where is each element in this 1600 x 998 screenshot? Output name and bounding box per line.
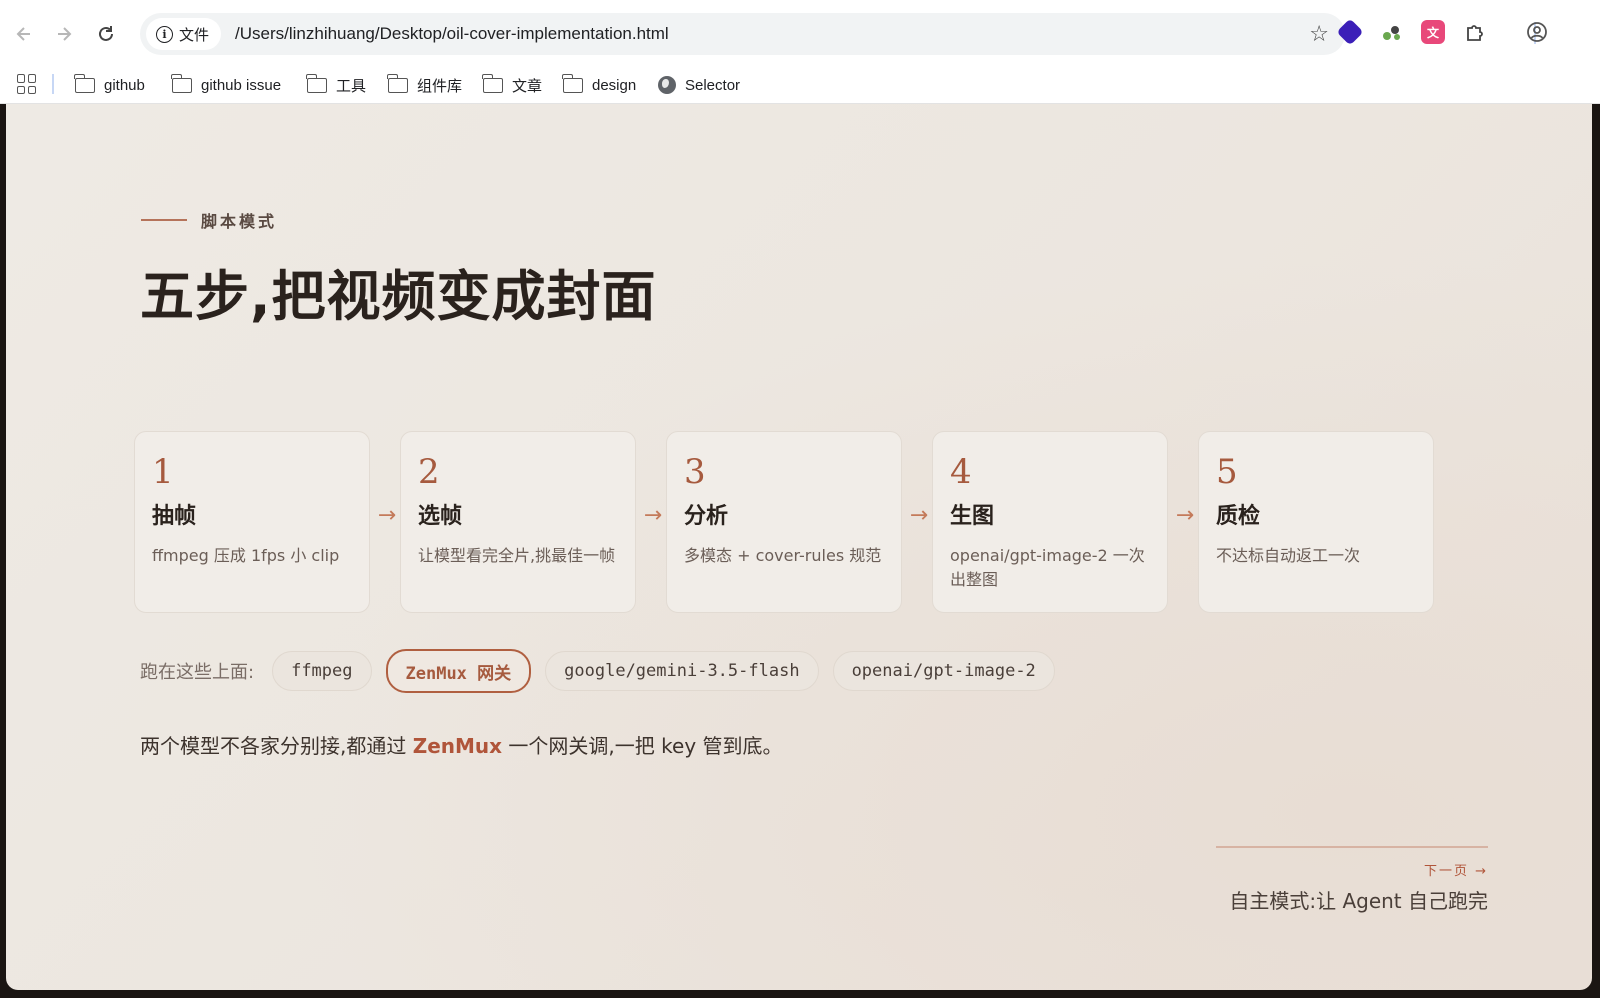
profile-icon[interactable] [1525,20,1549,44]
step-description: 让模型看完全片,挑最佳一帧 [418,546,616,565]
next-page-link[interactable]: 下一页 → 自主模式:让 Agent 自己跑完 [1216,846,1488,914]
bookmark-label: 工具 [336,77,367,95]
address-bar[interactable]: i 文件 /Users/linzhihuang/Desktop/oil-cove… [140,13,1345,55]
extensions-puzzle-icon[interactable] [1463,20,1487,44]
tech-label: 跑在这些上面: [140,662,255,683]
folder-icon [482,73,503,93]
bookmark-articles[interactable]: 文章 [482,72,543,98]
summary-after: 一个网关调,一把 key 管到底。 [502,734,783,758]
step-card-5: 5 质检 不达标自动返工一次 [1198,431,1434,613]
reload-icon [99,26,113,41]
bookmark-label: 文章 [512,77,543,95]
tech-pill-gpt-image: openai/gpt-image-2 [832,651,1055,691]
folder-icon [306,73,327,93]
step-arrow-icon: → [1175,503,1195,528]
bookmark-components[interactable]: 组件库 [387,72,463,98]
step-title: 生图 [950,504,995,529]
step-number: 2 [418,452,440,492]
forward-arrow-icon [58,27,72,41]
tech-pill-zenmux: ZenMux 网关 [385,649,532,693]
bookmarks-divider [52,74,54,94]
step-arrow-icon: → [909,503,929,528]
step-card-1: 1 抽帧 ffmpeg 压成 1fps 小 clip [134,431,370,613]
summary-text: 两个模型不各家分别接,都通过 ZenMux 一个网关调,一把 key 管到底。 [140,730,783,759]
step-description: openai/gpt-image-2 一次出整图 [950,546,1145,589]
tech-stack-row: 跑在这些上面: ffmpeg ZenMux 网关 google/gemini-3… [140,649,1069,693]
step-title: 质检 [1216,504,1261,529]
next-page-hint: 下一页 → [1423,864,1488,879]
info-icon: i [156,25,173,43]
url-text[interactable]: /Users/linzhihuang/Desktop/oil-cover-imp… [235,24,669,44]
step-arrow-icon: → [377,503,397,528]
translate-extension-icon[interactable]: 文 [1421,20,1445,44]
site-info-chip[interactable]: i 文件 [146,18,222,50]
tech-pill-ffmpeg: ffmpeg [272,651,372,691]
bookmark-label: Selector [685,76,741,94]
page-title: 五步,把视频变成封面 [140,265,657,328]
bookmark-label: github [104,76,145,94]
bookmark-tools[interactable]: 工具 [306,72,367,98]
summary-before: 两个模型不各家分别接,都通过 [140,734,413,758]
bookmark-selector[interactable]: Selector [658,72,740,98]
step-arrow-icon: → [643,503,663,528]
bookmark-label: 组件库 [417,77,463,95]
step-card-3: 3 分析 多模态 + cover-rules 规范 [666,431,902,613]
browser-chrome: i 文件 /Users/linzhihuang/Desktop/oil-cove… [0,0,1600,104]
apps-grid-icon[interactable] [17,74,37,94]
bookmark-github[interactable]: github [74,72,145,98]
eyebrow-line [141,219,187,221]
step-number: 4 [950,452,972,492]
site-chip-label: 文件 [179,25,210,44]
bookmark-star-icon[interactable]: ☆ [1309,22,1329,47]
step-description: 不达标自动返工一次 [1216,546,1361,565]
eyebrow: 脚本模式 [141,208,277,232]
eyebrow-text: 脚本模式 [201,212,278,231]
step-title: 抽帧 [152,504,197,529]
globe-icon [658,76,676,94]
step-number: 1 [152,452,174,492]
browser-toolbar: i 文件 /Users/linzhihuang/Desktop/oil-cove… [0,0,1600,66]
summary-accent: ZenMux [412,734,503,758]
step-card-2: 2 选帧 让模型看完全片,挑最佳一帧 [400,431,636,613]
step-title: 分析 [684,504,729,529]
folder-icon [74,73,95,93]
folder-icon [387,73,408,93]
back-button[interactable] [10,20,38,48]
step-title: 选帧 [418,504,463,529]
bookmark-design[interactable]: design [562,72,637,98]
puzzle-green-extension-icon[interactable] [1380,20,1404,44]
slide-page: 脚本模式 五步,把视频变成封面 1 抽帧 ffmpeg 压成 1fps 小 cl… [6,104,1592,990]
bookmark-label: github issue [201,76,282,94]
step-description: 多模态 + cover-rules 规范 [684,546,882,565]
bookmark-github-issue[interactable]: github issue [171,72,282,98]
tech-pill-gemini: google/gemini-3.5-flash [545,651,819,691]
steps-row: 1 抽帧 ffmpeg 压成 1fps 小 clip → 2 选帧 让模型看完全… [134,431,1464,613]
step-number: 5 [1216,452,1238,492]
next-page-title: 自主模式:让 Agent 自己跑完 [1229,889,1488,913]
folder-icon [562,73,583,93]
bookmarks-bar: github github issue 工具 组件库 文章 design Sel… [0,66,1600,104]
step-description: ffmpeg 压成 1fps 小 clip [152,546,340,565]
bookmark-label: design [592,76,637,94]
step-card-4: 4 生图 openai/gpt-image-2 一次出整图 [932,431,1168,613]
folder-icon [171,73,192,93]
reload-button[interactable] [92,20,120,48]
forward-button[interactable] [50,20,78,48]
step-number: 3 [684,452,706,492]
back-arrow-icon [16,27,30,41]
